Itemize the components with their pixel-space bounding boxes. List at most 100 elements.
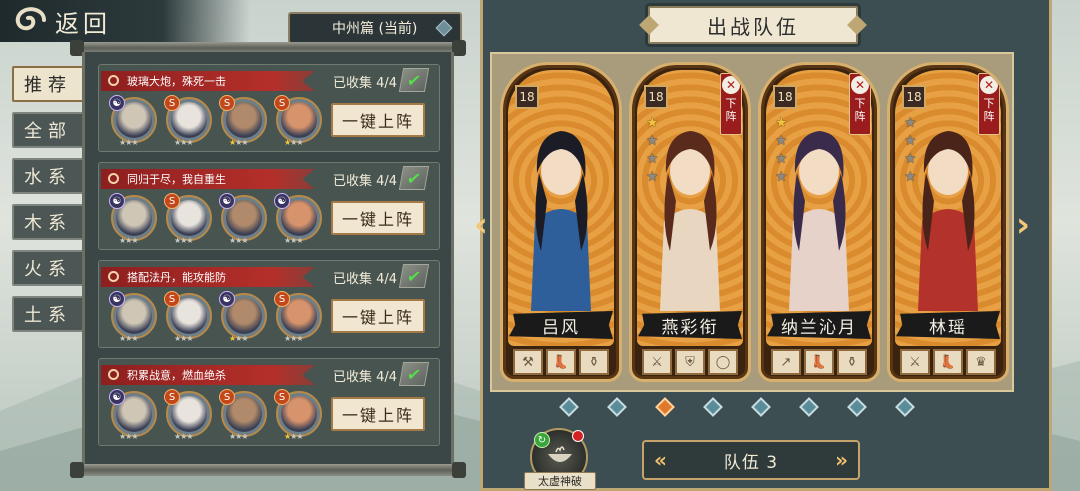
back-label: 返回 [55,9,111,38]
deploy-all-button[interactable]: 一键上阵 [331,103,425,137]
hero-avatar[interactable]: ☯ ★★★ [109,291,157,343]
check-icon: ✔ [398,166,430,190]
back-button[interactable]: 返回 [0,0,250,42]
fire-element-icon: S [164,193,180,209]
hero-avatar[interactable]: S ★★★ [164,95,212,147]
yin-element-icon: ☯ [109,193,125,209]
remove-button[interactable]: ✕ 下阵 [720,73,742,135]
page-dot[interactable] [559,397,579,417]
hero-avatar[interactable]: ☯ ★★★ [219,291,267,343]
page-dot[interactable] [655,397,675,417]
hero-card[interactable]: 18 吕风 ⚒ 👢 ⚱ [500,62,622,382]
flask-icon[interactable]: ⚱ [837,349,867,375]
hero-avatar[interactable]: S ★★★ [164,291,212,343]
tab-wood[interactable]: 木系 [12,204,84,240]
crown-icon[interactable]: ♛ [966,349,996,375]
yin-element-icon: ☯ [274,193,290,209]
hero-stars: ★★★ [229,138,249,147]
sword-icon[interactable]: ⚔ [642,349,672,375]
yin-element-icon: ☯ [109,291,125,307]
boots-icon[interactable]: 👢 [804,349,834,375]
yin-element-icon: ☯ [219,193,235,209]
sword-icon[interactable]: ⚔ [900,349,930,375]
notification-badge [572,430,584,442]
prev-arrow-icon[interactable]: ‹ [470,205,492,245]
team-next-icon[interactable]: » [835,448,848,472]
team-prev-icon[interactable]: « [654,448,667,472]
remove-button[interactable]: ✕ 下阵 [978,73,1000,135]
hero-avatar[interactable]: S ★★★ [219,95,267,147]
tab-water[interactable]: 水系 [12,158,84,194]
team-title: 出战队伍 [648,6,858,44]
hero-avatar[interactable]: S ★★★ [274,389,322,441]
remove-label: 下阵 [983,97,995,123]
combo-title: 玻璃大炮，殊死一击 [127,75,226,88]
deploy-all-button[interactable]: 一键上阵 [331,397,425,431]
deploy-all-button[interactable]: 一键上阵 [331,299,425,333]
axe-icon[interactable]: ⚒ [513,349,543,375]
page-dot[interactable] [703,397,723,417]
hero-avatar[interactable]: ☯ ★★★ [109,95,157,147]
hero-avatar[interactable]: ☯ ★★★ [109,193,157,245]
deploy-all-button[interactable]: 一键上阵 [331,201,425,235]
star-icon: ★ [775,151,788,167]
page-dot[interactable] [607,397,627,417]
hero-card[interactable]: 18 ★ ★ ★ ★ ✕ 下阵林瑶 ⚔ 👢 ♛ [887,62,1009,382]
hero-avatar[interactable]: ☯ ★★★ [109,389,157,441]
page-dot[interactable] [895,397,915,417]
page-dot[interactable] [847,397,867,417]
page-dot[interactable] [751,397,771,417]
chapter-selector[interactable]: 中州篇 (当前) [288,12,462,44]
hero-stars: ★★★ [229,334,249,343]
hero-stars: ★★★ [174,334,194,343]
tab-fire[interactable]: 火系 [12,250,84,286]
star-icon: ★ [904,133,917,149]
hero-avatar[interactable]: S ★★★ [274,95,322,147]
tab-earth[interactable]: 土系 [12,296,84,332]
tab-all[interactable]: 全部 [12,112,84,148]
bowl-icon [548,446,572,462]
tab-recommended[interactable]: 推荐 [12,66,84,102]
fire-element-icon: S [164,291,180,307]
magnifier-icon[interactable] [108,75,119,86]
hero-avatar[interactable]: ☯ ★★★ [274,193,322,245]
fire-element-icon: S [274,389,290,405]
magnifier-icon[interactable] [108,271,119,282]
hero-card[interactable]: 18 ★ ★ ★ ★ ✕ 下阵纳兰沁月 ↗ 👢 ⚱ [758,62,880,382]
collected-count: 已收集 4/4 [333,174,398,189]
remove-button[interactable]: ✕ 下阵 [849,73,871,135]
hero-stars: ★★★ [229,432,249,441]
hero-group: ☯ ★★★ S ★★★ S ★★★ S ★★★ [109,389,322,441]
next-arrow-icon[interactable]: › [1012,205,1034,245]
spear-icon[interactable]: ↗ [771,349,801,375]
equipment-slots: ⚒ 👢 ⚱ [513,349,609,375]
hero-card[interactable]: 18 ★ ★ ★ ★ ✕ 下阵燕彩衔 ⚔ ⛨ ◯ [629,62,751,382]
hero-avatar[interactable]: ☯ ★★★ [219,193,267,245]
hero-name: 林瑶 [896,311,1000,339]
boots-icon[interactable]: 👢 [933,349,963,375]
page-dot[interactable] [799,397,819,417]
level-badge: 18 [515,85,539,109]
cloud-swirl-icon [15,7,46,31]
yin-element-icon: ☯ [219,291,235,307]
hero-stars: ★★★ [119,138,139,147]
combo-row: 同归于尽，我自重生 已收集 4/4 ✔ ☯ ★★★ S ★★★ ☯ ★★★ ☯ ★★★ 一键上阵 [98,162,440,250]
hero-avatar[interactable]: S ★★★ [164,389,212,441]
armor-icon[interactable]: ⛨ [675,349,705,375]
combo-list[interactable]: 玻璃大炮，殊死一击 已收集 4/4 ✔ ☯ ★★★ S ★★★ S ★★★ S ★★★ 一键上阵 同归于… [82,52,454,466]
magnifier-icon[interactable] [108,173,119,184]
hero-stars: ★★★ [284,334,304,343]
hero-avatar[interactable]: S ★★★ [274,291,322,343]
filter-tabs: 推荐 全部 水系 木系 火系 土系 [12,66,84,342]
boots-icon[interactable]: 👢 [546,349,576,375]
fire-element-icon: S [219,95,235,111]
star-icon: ★ [646,115,659,131]
hero-avatar[interactable]: S ★★★ [219,389,267,441]
flask-icon[interactable]: ⚱ [579,349,609,375]
magnifier-icon[interactable] [108,369,119,380]
hero-stars: ★★★ [174,138,194,147]
collected-count: 已收集 4/4 [333,370,398,385]
star-icon: ★ [775,169,788,185]
hero-avatar[interactable]: S ★★★ [164,193,212,245]
ring-icon[interactable]: ◯ [708,349,738,375]
